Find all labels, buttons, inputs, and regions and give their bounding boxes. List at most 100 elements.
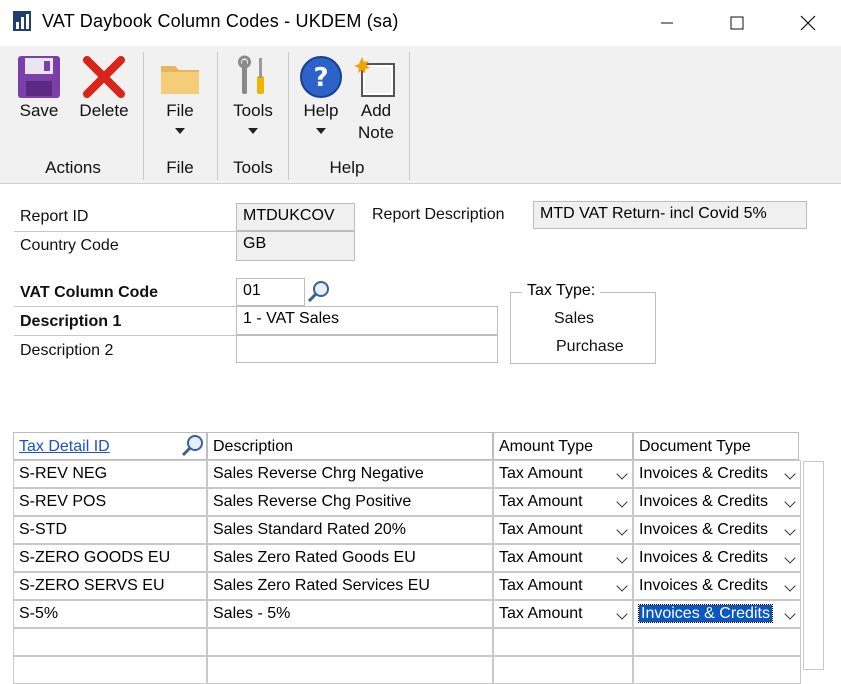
tools-icon [238, 55, 264, 94]
table-row-empty[interactable] [633, 656, 801, 684]
ribbon-divider [143, 52, 144, 180]
chevron-down-icon [784, 496, 796, 508]
table-row-4-id[interactable]: S-ZERO GOODS EU [13, 544, 207, 572]
chevron-down-icon [784, 524, 796, 536]
add-note-button[interactable]: Add Note [350, 54, 402, 144]
tools-label: Tools [233, 101, 273, 120]
save-button[interactable]: Save [14, 54, 64, 122]
table-row-3-description[interactable]: Sales Standard Rated 20% [207, 516, 493, 544]
chevron-down-icon [784, 580, 796, 592]
chevron-down-icon [616, 524, 628, 536]
table-row-empty[interactable] [207, 628, 493, 656]
document-type-value-selected: Invoices & Credits [638, 604, 773, 623]
table-row-1-document-type[interactable]: Invoices & Credits [633, 460, 801, 488]
table-row-5-description[interactable]: Sales Zero Rated Services EU [207, 572, 493, 600]
table-row-3-id[interactable]: S-STD [13, 516, 207, 544]
help-icon: ? [300, 56, 342, 98]
table-row-empty[interactable] [493, 628, 633, 656]
save-icon [18, 56, 60, 98]
maximize-icon [730, 16, 744, 30]
column-header-tax-detail-id[interactable]: Tax Detail ID [13, 432, 207, 460]
chevron-down-icon [784, 468, 796, 480]
table-row-1-id[interactable]: S-REV NEG [13, 460, 207, 488]
table-row-4-amount-type[interactable]: Tax Amount [493, 544, 633, 572]
report-id-label: Report ID [20, 208, 89, 225]
close-button[interactable] [785, 0, 831, 46]
maximize-button[interactable] [714, 0, 760, 46]
magnifier-icon[interactable] [181, 434, 205, 458]
table-row-6-id[interactable]: S-5% [13, 600, 207, 628]
report-description-field[interactable]: MTD VAT Return- incl Covid 5% [533, 201, 807, 229]
group-label-tools: Tools [233, 158, 273, 177]
delete-label: Delete [79, 101, 129, 120]
table-row-1-amount-type[interactable]: Tax Amount [493, 460, 633, 488]
tax-type-title: Tax Type: [522, 282, 601, 300]
chevron-down-icon [784, 552, 796, 564]
chevron-down-icon [784, 608, 796, 620]
table-row-empty[interactable] [633, 628, 801, 656]
delete-button[interactable]: Delete [76, 54, 132, 122]
chevron-down-icon [616, 552, 628, 564]
table-row-empty[interactable] [207, 656, 493, 684]
title-bar: VAT Daybook Column Codes - UKDEM (sa) [0, 0, 841, 46]
vat-column-code-label: VAT Column Code [20, 284, 159, 301]
column-header-document-type: Document Type [633, 432, 799, 460]
ribbon-divider [409, 52, 410, 180]
group-label-help: Help [329, 158, 365, 177]
table-row-6-description[interactable]: Sales - 5% [207, 600, 493, 628]
country-code-label: Country Code [20, 237, 119, 254]
amount-type-value: Tax Amount [499, 521, 583, 538]
table-row-2-document-type[interactable]: Invoices & Credits [633, 488, 801, 516]
help-label: Help [303, 101, 339, 120]
country-code-field[interactable]: GB [236, 231, 355, 261]
save-label: Save [19, 101, 59, 120]
table-row-3-amount-type[interactable]: Tax Amount [493, 516, 633, 544]
report-id-field[interactable]: MTDUKCOV [236, 203, 355, 231]
note-icon [354, 57, 395, 97]
minimize-icon [661, 22, 673, 24]
table-row-empty[interactable] [13, 656, 207, 684]
table-row-5-document-type[interactable]: Invoices & Credits [633, 572, 801, 600]
tax-type-sales[interactable]: Sales [554, 310, 594, 328]
table-row-2-description[interactable]: Sales Reverse Chg Positive [207, 488, 493, 516]
table-row-4-document-type[interactable]: Invoices & Credits [633, 544, 801, 572]
chevron-down-icon [616, 468, 628, 480]
vat-column-code-input[interactable]: 01 [236, 278, 305, 306]
document-type-value: Invoices & Credits [639, 549, 768, 566]
table-row-empty[interactable] [13, 628, 207, 656]
description1-label: Description 1 [20, 313, 122, 330]
grid-scrollbar[interactable] [803, 461, 824, 670]
description2-label: Description 2 [20, 342, 114, 359]
lookup-button[interactable] [306, 278, 332, 306]
table-row-2-amount-type[interactable]: Tax Amount [493, 488, 633, 516]
help-menu-button[interactable]: ? Help [297, 54, 345, 134]
report-description-label: Report Description [372, 206, 505, 223]
dropdown-caret-icon [316, 128, 326, 134]
add-note-label-2: Note [358, 123, 394, 142]
description2-input[interactable] [236, 335, 498, 363]
table-row-5-amount-type[interactable]: Tax Amount [493, 572, 633, 600]
table-row-3-document-type[interactable]: Invoices & Credits [633, 516, 801, 544]
dropdown-caret-icon [248, 128, 258, 134]
table-row-1-description[interactable]: Sales Reverse Chrg Negative [207, 460, 493, 488]
table-row-6-amount-type[interactable]: Tax Amount [493, 600, 633, 628]
minimize-button[interactable] [644, 0, 690, 46]
ribbon-divider [217, 52, 218, 180]
tools-menu-button[interactable]: Tools [228, 54, 278, 134]
chevron-down-icon [616, 496, 628, 508]
column-header-amount-type: Amount Type [493, 432, 633, 460]
table-row-empty[interactable] [493, 656, 633, 684]
table-row-2-id[interactable]: S-REV POS [13, 488, 207, 516]
amount-type-value: Tax Amount [499, 493, 583, 510]
column-header-description: Description [207, 432, 493, 460]
tax-type-purchase[interactable]: Purchase [556, 338, 624, 356]
description1-input[interactable]: 1 - VAT Sales [236, 306, 498, 335]
app-icon [13, 11, 31, 31]
table-row-5-id[interactable]: S-ZERO SERVS EU [13, 572, 207, 600]
close-icon [800, 15, 816, 31]
tax-detail-id-link[interactable]: Tax Detail ID [19, 438, 110, 455]
table-row-4-description[interactable]: Sales Zero Rated Goods EU [207, 544, 493, 572]
file-menu-button[interactable]: File [155, 54, 205, 134]
amount-type-value: Tax Amount [499, 465, 583, 482]
table-row-6-document-type[interactable]: Invoices & Credits [633, 600, 801, 628]
